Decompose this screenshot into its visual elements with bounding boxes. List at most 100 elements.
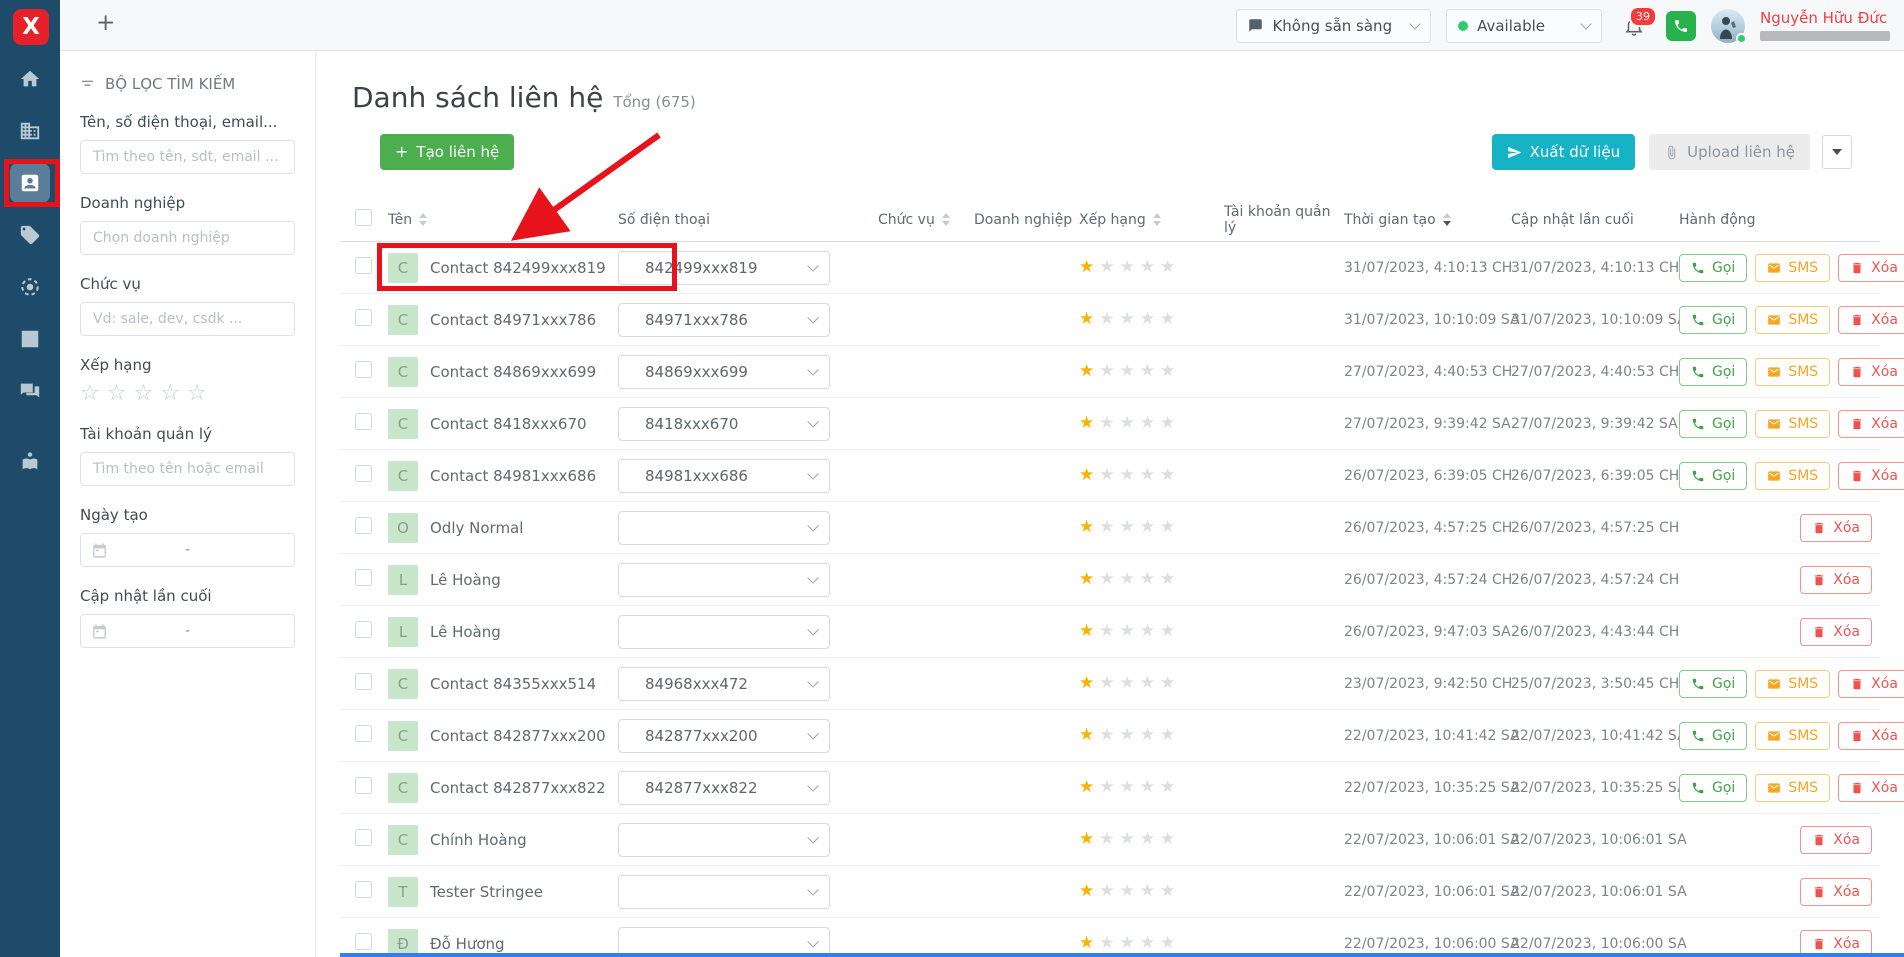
star-empty-icon[interactable]: ★ — [1160, 829, 1180, 849]
upload-contacts-button[interactable]: Upload liên hệ — [1649, 134, 1810, 170]
star-outline-icon[interactable]: ☆ — [187, 381, 214, 406]
star-empty-icon[interactable]: ★ — [1160, 933, 1180, 953]
sms-button[interactable]: SMS — [1755, 410, 1830, 438]
star-empty-icon[interactable]: ★ — [1140, 933, 1160, 953]
rating-stars[interactable]: ★★★★★ — [1079, 519, 1224, 536]
star-empty-icon[interactable]: ★ — [1120, 361, 1140, 381]
sms-button[interactable]: SMS — [1755, 774, 1830, 802]
col-header-position[interactable]: Chức vụ — [878, 212, 974, 228]
rating-stars[interactable]: ★★★★★ — [1079, 415, 1224, 432]
star-filled-icon[interactable]: ★ — [1079, 829, 1099, 849]
position-input[interactable] — [80, 302, 295, 336]
delete-button[interactable]: Xóa — [1800, 878, 1872, 906]
star-empty-icon[interactable]: ★ — [1120, 725, 1140, 745]
sms-button[interactable]: SMS — [1755, 306, 1830, 334]
sort-icon[interactable] — [1153, 213, 1161, 226]
search-input[interactable] — [80, 140, 295, 174]
notifications-button[interactable]: 39 — [1623, 15, 1645, 37]
star-empty-icon[interactable]: ★ — [1099, 829, 1119, 849]
call-status-dropdown[interactable]: Available — [1446, 9, 1602, 43]
star-empty-icon[interactable]: ★ — [1140, 725, 1160, 745]
star-empty-icon[interactable]: ★ — [1120, 829, 1140, 849]
updated-date-input[interactable]: - — [80, 614, 295, 648]
star-empty-icon[interactable]: ★ — [1099, 413, 1119, 433]
sort-desc-icon[interactable] — [1443, 213, 1451, 226]
call-button[interactable]: Gọi — [1679, 462, 1747, 490]
contact-name-cell[interactable]: T Tester Stringee — [388, 877, 618, 907]
created-date-input[interactable]: - — [80, 533, 295, 567]
sms-button[interactable]: SMS — [1755, 358, 1830, 386]
phone-dropdown[interactable]: 842499xxx819 — [618, 251, 830, 285]
star-empty-icon[interactable]: ★ — [1120, 257, 1140, 277]
sms-button[interactable]: SMS — [1755, 254, 1830, 282]
row-checkbox[interactable] — [355, 829, 372, 846]
delete-button[interactable]: Xóa — [1838, 670, 1904, 698]
star-empty-icon[interactable]: ★ — [1140, 413, 1160, 433]
rating-stars[interactable]: ★★★★★ — [1079, 727, 1224, 744]
delete-button[interactable]: Xóa — [1800, 826, 1872, 854]
contact-name-cell[interactable]: L Lê Hoàng — [388, 565, 618, 595]
contact-name-cell[interactable]: C Contact 842877xxx822 — [388, 773, 618, 803]
star-empty-icon[interactable]: ★ — [1120, 517, 1140, 537]
star-empty-icon[interactable]: ★ — [1099, 257, 1119, 277]
phone-dropdown[interactable] — [618, 511, 830, 545]
star-empty-icon[interactable]: ★ — [1140, 309, 1160, 329]
star-empty-icon[interactable]: ★ — [1140, 881, 1160, 901]
row-checkbox[interactable] — [355, 361, 372, 378]
col-header-created[interactable]: Thời gian tạo — [1344, 212, 1511, 228]
phone-dropdown[interactable] — [618, 615, 830, 649]
dialer-button[interactable] — [1666, 11, 1696, 41]
rating-stars[interactable]: ★★★★★ — [1079, 883, 1224, 900]
star-empty-icon[interactable]: ★ — [1099, 309, 1119, 329]
sms-button[interactable]: SMS — [1755, 462, 1830, 490]
sms-button[interactable]: SMS — [1755, 670, 1830, 698]
star-empty-icon[interactable]: ★ — [1140, 829, 1160, 849]
company-input[interactable] — [80, 221, 295, 255]
star-filled-icon[interactable]: ★ — [1079, 361, 1099, 381]
star-empty-icon[interactable]: ★ — [1099, 725, 1119, 745]
star-empty-icon[interactable]: ★ — [1099, 777, 1119, 797]
star-empty-icon[interactable]: ★ — [1140, 673, 1160, 693]
star-empty-icon[interactable]: ★ — [1160, 725, 1180, 745]
star-empty-icon[interactable]: ★ — [1120, 569, 1140, 589]
delete-button[interactable]: Xóa — [1800, 514, 1872, 542]
delete-button[interactable]: Xóa — [1838, 462, 1904, 490]
star-empty-icon[interactable]: ★ — [1160, 517, 1180, 537]
star-empty-icon[interactable]: ★ — [1160, 309, 1180, 329]
sort-icon[interactable] — [942, 213, 950, 226]
star-empty-icon[interactable]: ★ — [1160, 361, 1180, 381]
more-options-button[interactable] — [1822, 135, 1852, 169]
contact-name-cell[interactable]: C Contact 84355xxx514 — [388, 669, 618, 699]
contact-name-cell[interactable]: C Contact 84869xxx699 — [388, 357, 618, 387]
delete-button[interactable]: Xóa — [1838, 410, 1904, 438]
contact-name-cell[interactable]: C Contact 842499xxx819 — [388, 253, 618, 283]
phone-dropdown[interactable]: 8418xxx670 — [618, 407, 830, 441]
delete-button[interactable]: Xóa — [1800, 566, 1872, 594]
row-checkbox[interactable] — [355, 309, 372, 326]
star-empty-icon[interactable]: ★ — [1099, 673, 1119, 693]
row-checkbox[interactable] — [355, 673, 372, 690]
sort-icon[interactable] — [419, 213, 427, 226]
row-checkbox[interactable] — [355, 569, 372, 586]
create-contact-button[interactable]: + Tạo liên hệ — [380, 134, 514, 170]
star-empty-icon[interactable]: ★ — [1160, 413, 1180, 433]
star-filled-icon[interactable]: ★ — [1079, 777, 1099, 797]
star-outline-icon[interactable]: ☆ — [133, 381, 160, 406]
sidebar-item-reports[interactable] — [0, 313, 60, 365]
call-button[interactable]: Gọi — [1679, 774, 1747, 802]
star-empty-icon[interactable]: ★ — [1099, 569, 1119, 589]
star-empty-icon[interactable]: ★ — [1120, 465, 1140, 485]
call-button[interactable]: Gọi — [1679, 254, 1747, 282]
delete-button[interactable]: Xóa — [1838, 306, 1904, 334]
star-filled-icon[interactable]: ★ — [1079, 881, 1099, 901]
delete-button[interactable]: Xóa — [1838, 774, 1904, 802]
star-empty-icon[interactable]: ★ — [1140, 361, 1160, 381]
phone-dropdown[interactable]: 84971xxx786 — [618, 303, 830, 337]
contact-name-cell[interactable]: O Odly Normal — [388, 513, 618, 543]
phone-dropdown[interactable] — [618, 823, 830, 857]
row-checkbox[interactable] — [355, 413, 372, 430]
phone-dropdown[interactable]: 84869xxx699 — [618, 355, 830, 389]
select-all-checkbox[interactable] — [355, 209, 372, 226]
row-checkbox[interactable] — [355, 465, 372, 482]
row-checkbox[interactable] — [355, 725, 372, 742]
